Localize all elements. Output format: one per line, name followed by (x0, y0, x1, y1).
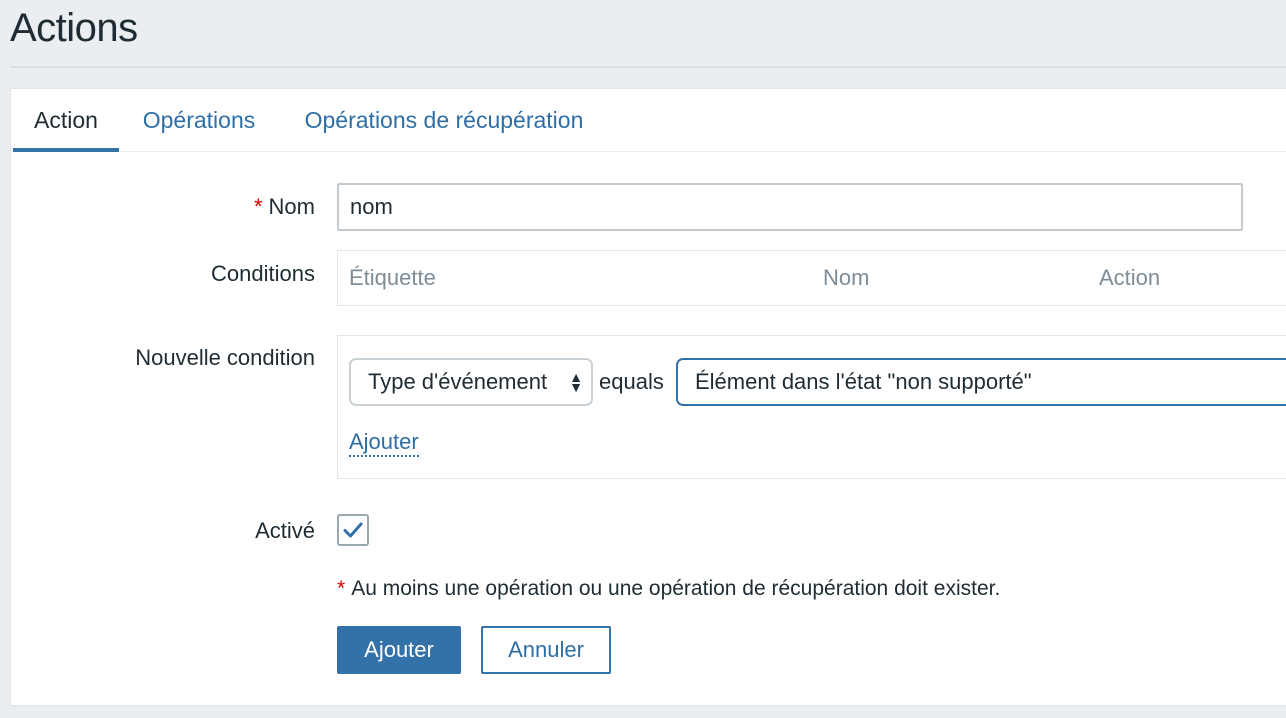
title-divider (10, 66, 1286, 68)
operations-required-note: * Au moins une opération ou une opération… (337, 577, 1000, 601)
condition-value-select[interactable]: Élément dans l'état "non supporté" (676, 358, 1286, 406)
note-required-mark: * (337, 577, 346, 600)
required-mark: * (253, 194, 263, 219)
column-header-action: Action (1099, 265, 1161, 290)
tab-recovery-operations[interactable]: Opérations de récupération (297, 89, 591, 152)
checkmark-icon (343, 522, 363, 538)
name-label: Nom (268, 194, 315, 219)
condition-type-value: Type d'événement (368, 369, 548, 394)
name-field[interactable] (337, 183, 1243, 231)
enabled-label: Activé (255, 518, 315, 543)
tab-bar: Action Opérations Opérations de récupéra… (11, 89, 1286, 152)
column-header-label: Étiquette (349, 265, 436, 290)
note-text: Au moins une opération ou une opération … (351, 577, 1001, 600)
add-condition-link[interactable]: Ajouter (349, 429, 419, 457)
add-button[interactable]: Ajouter (337, 626, 461, 674)
enabled-checkbox[interactable] (337, 514, 369, 546)
new-condition-box: Type d'événement ▲ ▼ equals Élément dans … (337, 335, 1286, 479)
select-arrows-icon: ▲ ▼ (569, 369, 583, 395)
cancel-button[interactable]: Annuler (481, 626, 611, 674)
conditions-label: Conditions (211, 261, 315, 286)
column-header-name: Nom (823, 265, 870, 290)
condition-value: Élément dans l'état "non supporté" (695, 369, 1032, 394)
action-form-panel: Action Opérations Opérations de récupéra… (10, 88, 1286, 706)
page-title: Actions (10, 6, 138, 50)
new-condition-label: Nouvelle condition (135, 345, 315, 370)
condition-type-select[interactable]: Type d'événement ▲ ▼ (349, 358, 593, 406)
name-label-row: * Nom (254, 194, 315, 220)
tab-action[interactable]: Action (13, 89, 119, 152)
conditions-table: Étiquette Nom Action (337, 250, 1286, 306)
tab-operations[interactable]: Opérations (139, 89, 259, 152)
condition-operator: equals (599, 369, 664, 394)
